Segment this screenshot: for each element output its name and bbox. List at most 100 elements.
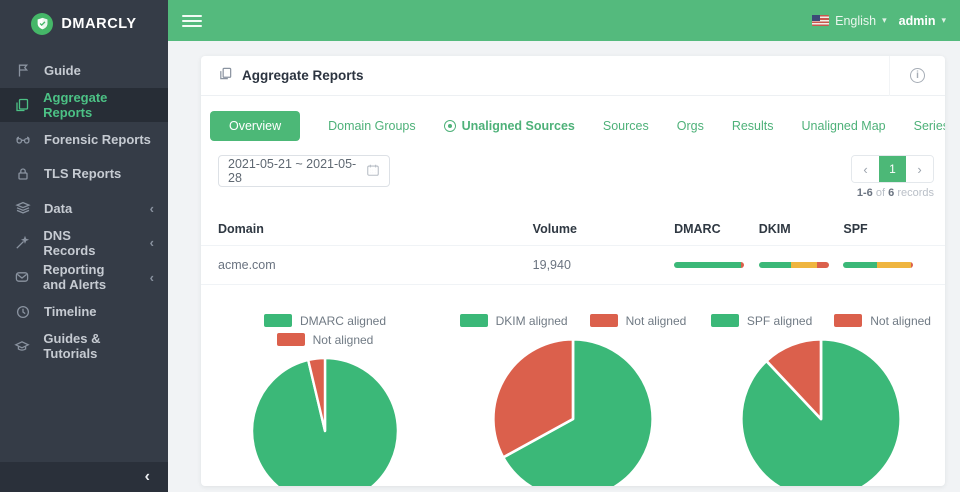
info-icon: i <box>910 68 925 83</box>
pagination-page-1[interactable]: 1 <box>879 156 906 182</box>
card-header: Aggregate Reports i <box>201 56 945 96</box>
pagination-prev-button[interactable]: ‹ <box>852 156 879 182</box>
user-menu[interactable]: admin <box>899 14 936 28</box>
sidebar-collapse-button[interactable]: ‹ <box>0 462 168 492</box>
legend-spf-aligned[interactable]: SPF aligned <box>710 314 812 328</box>
pagination-next-button[interactable]: › <box>906 156 933 182</box>
clock-icon <box>14 303 31 320</box>
sidebar-item-label: Forensic Reports <box>44 131 151 147</box>
sidebar-item-label: Guide <box>44 62 81 78</box>
domains-table: Domain Volume DMARC DKIM SPF acme.com 19… <box>201 212 945 285</box>
tab-unaligned-map[interactable]: Unaligned Map <box>802 119 886 133</box>
sidebar-item-data[interactable]: Data ‹ <box>0 191 168 226</box>
caret-down-icon: ▾ <box>941 15 946 25</box>
tab-overview[interactable]: Overview <box>210 111 301 141</box>
sidebar: DMARCLY Guide Aggregate Reports Forensic… <box>0 0 168 492</box>
target-icon <box>443 120 456 132</box>
pie-charts-row: DMARC aligned Not aligned DKIM aligned N… <box>201 312 945 486</box>
info-button[interactable]: i <box>889 56 945 96</box>
tab-unaligned-sources[interactable]: Unaligned Sources <box>443 119 575 133</box>
sidebar-nav: Guide Aggregate Reports Forensic Reports… <box>0 53 168 364</box>
tab-results[interactable]: Results <box>732 119 774 133</box>
tab-series[interactable]: Series <box>914 119 945 133</box>
logo[interactable]: DMARCLY <box>0 0 168 45</box>
aggregate-reports-card: Aggregate Reports i Overview Domain Grou… <box>201 56 945 486</box>
sidebar-item-aggregate-reports[interactable]: Aggregate Reports <box>0 87 168 122</box>
report-pages-icon <box>218 66 233 86</box>
legend-dkim-not-aligned[interactable]: Not aligned <box>589 314 686 328</box>
dmarcly-shield-icon <box>31 12 54 35</box>
chevron-left-icon: ‹ <box>149 235 154 251</box>
tab-orgs[interactable]: Orgs <box>677 119 704 133</box>
sidebar-item-label: Guides & Tutorials <box>43 331 101 362</box>
sidebar-item-guides-tutorials[interactable]: Guides & Tutorials <box>0 329 168 364</box>
filter-row: 2021-05-21 ~ 2021-05-28 ‹ 1 › 1-6 of 6 r… <box>201 145 945 199</box>
copy-pages-icon <box>14 96 30 113</box>
col-header-domain: Domain <box>218 221 264 236</box>
tab-domain-groups[interactable]: Domain Groups <box>328 119 416 133</box>
dkim-progress-bar <box>758 262 829 268</box>
layers-icon <box>14 200 31 217</box>
legend-swatch-green <box>710 314 739 327</box>
sidebar-item-label: Reporting and Alerts <box>43 262 107 293</box>
sidebar-item-dns-records[interactable]: DNS Records ‹ <box>0 226 168 261</box>
pagination: ‹ 1 › <box>851 155 934 183</box>
dkim-pie-chart: DKIM aligned Not aligned <box>449 312 697 486</box>
dmarc-progress-bar <box>674 262 745 268</box>
app-window: DMARCLY Guide Aggregate Reports Forensic… <box>0 0 960 492</box>
topbar: English ▾ admin ▾ <box>168 0 960 41</box>
us-flag-icon <box>812 15 830 26</box>
spf-pie <box>738 336 904 486</box>
language-selector[interactable]: English <box>835 14 876 28</box>
collapse-chevron-icon: ‹ <box>144 468 150 485</box>
dmarc-bar-cell <box>674 262 759 268</box>
dkim-bar-cell <box>758 262 844 268</box>
sidebar-item-forensic-reports[interactable]: Forensic Reports <box>0 122 168 157</box>
sidebar-item-label: Aggregate Reports <box>43 89 108 120</box>
dmarc-pie-chart: DMARC aligned Not aligned <box>201 312 449 486</box>
dkim-pie <box>490 336 656 486</box>
sidebar-item-tls-reports[interactable]: TLS Reports <box>0 157 168 192</box>
sidebar-item-label: Timeline <box>44 304 97 320</box>
sidebar-item-guide[interactable]: Guide <box>0 53 168 88</box>
sidebar-item-timeline[interactable]: Timeline <box>0 295 168 330</box>
flag-icon <box>14 62 31 79</box>
spf-progress-bar <box>843 262 914 268</box>
volume-cell: 19,940 <box>532 258 571 272</box>
table-header-row: Domain Volume DMARC DKIM SPF <box>201 212 945 245</box>
spf-bar-cell <box>843 262 928 268</box>
sidebar-item-reporting-alerts[interactable]: Reporting and Alerts ‹ <box>0 260 168 295</box>
legend-dmarc-not-aligned[interactable]: Not aligned <box>276 333 373 347</box>
legend-swatch-red <box>276 333 305 346</box>
caret-down-icon: ▾ <box>882 15 887 25</box>
chevron-left-icon: ‹ <box>149 269 154 285</box>
wand-icon <box>14 234 30 251</box>
date-range-input[interactable]: 2021-05-21 ~ 2021-05-28 <box>218 155 390 187</box>
col-header-volume: Volume <box>532 221 577 236</box>
records-count: 1-6 of 6 records <box>856 187 934 199</box>
logo-text: DMARCLY <box>61 15 137 32</box>
sidebar-item-label: DNS Records <box>43 227 96 258</box>
dmarc-pie <box>249 355 401 486</box>
legend-swatch-green <box>459 314 488 327</box>
legend-spf-not-aligned[interactable]: Not aligned <box>834 314 931 328</box>
domain-cell: acme.com <box>218 258 276 272</box>
sidebar-item-label: TLS Reports <box>44 166 122 182</box>
legend-swatch-green <box>263 314 292 327</box>
glasses-icon <box>14 131 31 148</box>
col-header-spf: SPF <box>843 221 868 236</box>
tab-sources[interactable]: Sources <box>603 119 649 133</box>
page-title: Aggregate Reports <box>242 68 364 83</box>
legend-dkim-aligned[interactable]: DKIM aligned <box>459 314 568 328</box>
lock-icon <box>14 165 31 182</box>
hamburger-menu-icon[interactable] <box>182 12 202 30</box>
graduation-cap-icon <box>14 338 30 355</box>
col-header-dkim: DKIM <box>758 221 791 236</box>
col-header-dmarc: DMARC <box>674 221 721 236</box>
sidebar-item-label: Data <box>44 200 73 216</box>
legend-swatch-red <box>834 314 863 327</box>
legend-dmarc-aligned[interactable]: DMARC aligned <box>263 314 386 328</box>
main-content: Aggregate Reports i Overview Domain Grou… <box>168 41 960 492</box>
calendar-icon <box>366 163 380 180</box>
envelope-icon <box>14 269 30 286</box>
